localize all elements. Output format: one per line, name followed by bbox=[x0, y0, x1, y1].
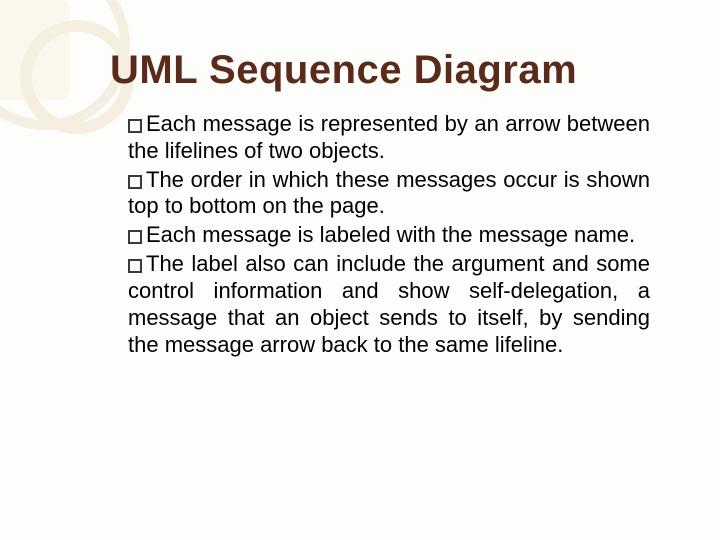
slide-title: UML Sequence Diagram bbox=[110, 48, 660, 93]
checkbox-bullet-icon bbox=[128, 259, 142, 273]
bullet-text: Each message is represented by an arrow … bbox=[128, 111, 650, 163]
checkbox-bullet-icon bbox=[128, 119, 142, 133]
bullet-item: The order in which these messages occur … bbox=[128, 167, 650, 221]
bullet-text: The label also can include the argument … bbox=[128, 251, 650, 356]
checkbox-bullet-icon bbox=[128, 230, 142, 244]
bullet-text: The order in which these messages occur … bbox=[128, 167, 650, 219]
slide: UML Sequence Diagram Each message is rep… bbox=[0, 0, 720, 540]
checkbox-bullet-icon bbox=[128, 175, 142, 189]
bullet-item: The label also can include the argument … bbox=[128, 251, 650, 358]
bullet-text: Each message is labeled with the message… bbox=[146, 222, 635, 247]
slide-body: Each message is represented by an arrow … bbox=[110, 111, 660, 358]
bullet-item: Each message is labeled with the message… bbox=[128, 222, 650, 249]
bullet-item: Each message is represented by an arrow … bbox=[128, 111, 650, 165]
